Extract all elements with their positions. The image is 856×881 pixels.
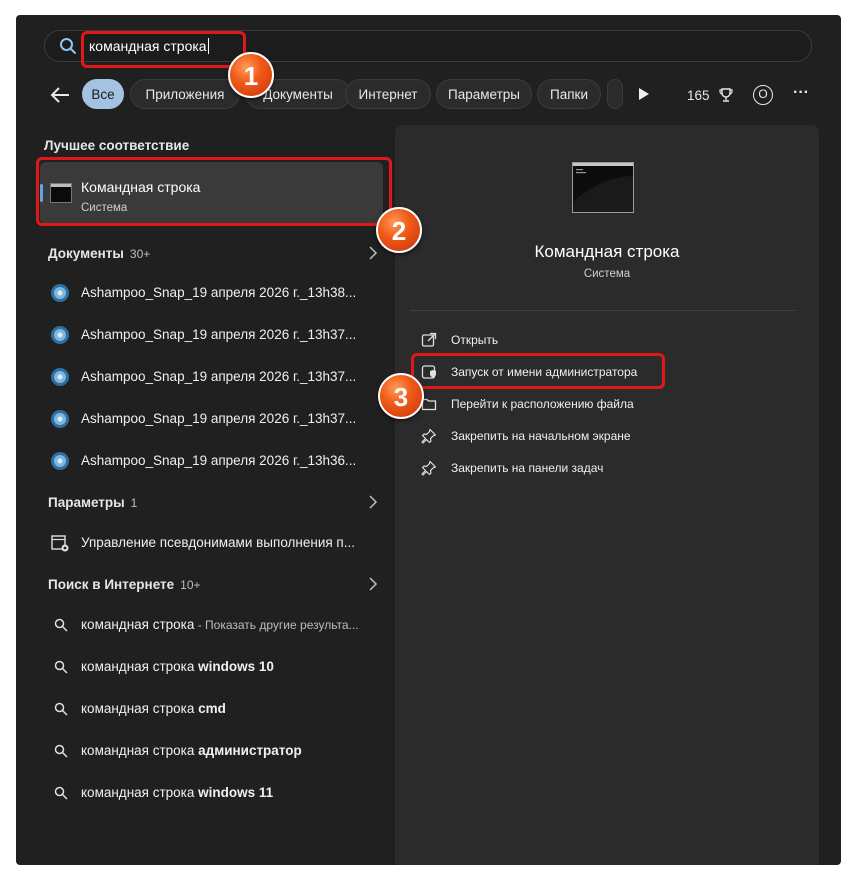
tab-web[interactable]: Интернет (345, 79, 431, 109)
action-pin-start[interactable]: Закрепить на начальном экране (421, 425, 801, 449)
back-arrow-icon[interactable] (48, 83, 72, 107)
action-label: Закрепить на начальном экране (451, 429, 631, 443)
web-result-item[interactable]: командная строка - Показать другие резул… (50, 609, 370, 639)
search-panel: командная строка Все Приложения Документ… (16, 15, 841, 865)
web-result-item[interactable]: командная строка администратор (50, 735, 370, 765)
image-file-icon (51, 410, 69, 428)
action-open[interactable]: Открыть (421, 329, 801, 353)
detail-title: Командная строка (534, 242, 680, 261)
search-icon (54, 744, 68, 758)
web-query: командная строка (81, 743, 195, 758)
image-file-icon (51, 284, 69, 302)
web-result-item[interactable]: командная строка cmd (50, 693, 370, 723)
list-item[interactable]: Ashampoo_Snap_19 апреля 2026 г._13h37... (50, 361, 370, 391)
highlight-search (81, 31, 246, 68)
settings-count: 1 (130, 496, 138, 510)
tab-more-cutoff[interactable] (607, 79, 623, 109)
web-query: командная строка (81, 617, 195, 632)
step-badge-1: 1 (228, 52, 274, 98)
web-result-item[interactable]: командная строка windows 11 (50, 777, 370, 807)
image-file-icon (51, 326, 69, 344)
list-item[interactable]: Ashampoo_Snap_19 апреля 2026 г._13h38... (50, 277, 370, 307)
action-pin-taskbar[interactable]: Закрепить на панели задач (421, 457, 801, 481)
action-label: Закрепить на панели задач (451, 461, 604, 475)
web-query-suffix: windows 11 (194, 785, 274, 800)
search-icon (60, 38, 76, 54)
list-item-label: Ashampoo_Snap_19 апреля 2026 г._13h36... (81, 453, 357, 468)
web-result-item[interactable]: командная строка windows 10 (50, 651, 370, 681)
web-search-count: 10+ (180, 578, 201, 592)
image-file-icon (51, 368, 69, 386)
image-file-icon (51, 452, 69, 470)
web-query-suffix: cmd (194, 701, 226, 716)
list-item[interactable]: Ashampoo_Snap_19 апреля 2026 г._13h37... (50, 319, 370, 349)
more-options-icon[interactable]: ··· (793, 84, 809, 102)
detail-subtitle: Система (583, 268, 631, 280)
list-item-label: Ashampoo_Snap_19 апреля 2026 г._13h37... (81, 369, 357, 384)
highlight-best-match (36, 157, 392, 226)
action-label: Открыть (451, 333, 499, 347)
avatar[interactable]: O (753, 85, 773, 105)
search-icon (54, 618, 68, 632)
pin-icon (421, 428, 437, 444)
web-query-suffix: windows 10 (194, 659, 274, 674)
search-icon (54, 702, 68, 716)
detail-pane: Командная строка Система Открыть Запуск … (395, 125, 819, 865)
cmd-app-large-icon (572, 162, 634, 213)
tab-all[interactable]: Все (82, 79, 124, 109)
list-item-label: Управление псевдонимами выполнения п... (81, 535, 355, 550)
pin-icon (421, 460, 437, 476)
chevron-right-icon[interactable] (368, 495, 378, 509)
chevron-right-icon[interactable] (368, 577, 378, 591)
divider (410, 310, 796, 311)
chevron-right-icon[interactable] (368, 246, 378, 260)
highlight-run-as-admin (411, 353, 665, 389)
tab-folders[interactable]: Папки (537, 79, 601, 109)
open-external-icon (421, 332, 437, 347)
list-item-label: Ashampoo_Snap_19 апреля 2026 г._13h37... (81, 327, 357, 342)
web-search-header[interactable]: Поиск в Интернете 10+ (48, 577, 201, 592)
action-label: Перейти к расположению файла (451, 397, 634, 411)
web-query: командная строка (81, 785, 195, 800)
action-open-file-location[interactable]: Перейти к расположению файла (421, 393, 801, 417)
web-query: командная строка (81, 701, 195, 716)
web-query: командная строка (81, 659, 195, 674)
list-item-label: Ashampoo_Snap_19 апреля 2026 г._13h37... (81, 411, 357, 426)
list-item[interactable]: Ashampoo_Snap_19 апреля 2026 г._13h37... (50, 403, 370, 433)
best-match-header: Лучшее соответствие (44, 138, 190, 153)
rewards-points: 165 (687, 88, 710, 103)
list-item[interactable]: Ashampoo_Snap_19 апреля 2026 г._13h36... (50, 445, 370, 475)
play-icon[interactable] (636, 87, 650, 101)
tab-settings[interactable]: Параметры (436, 79, 532, 109)
settings-app-icon (51, 535, 69, 552)
documents-header[interactable]: Документы 30+ (48, 246, 150, 261)
documents-count: 30+ (129, 247, 151, 261)
web-query-suffix: администратор (194, 743, 302, 758)
list-item[interactable]: Управление псевдонимами выполнения п... (50, 527, 370, 557)
step-badge-3: 3 (378, 373, 424, 419)
list-item-label: Ashampoo_Snap_19 апреля 2026 г._13h38... (81, 285, 357, 300)
search-icon (54, 660, 68, 674)
web-query-suffix: - Показать другие результа... (194, 618, 359, 632)
trophy-icon[interactable] (718, 87, 734, 103)
search-icon (54, 786, 68, 800)
tab-apps[interactable]: Приложения (130, 79, 240, 109)
settings-header[interactable]: Параметры 1 (48, 495, 137, 510)
step-badge-2: 2 (376, 207, 422, 253)
